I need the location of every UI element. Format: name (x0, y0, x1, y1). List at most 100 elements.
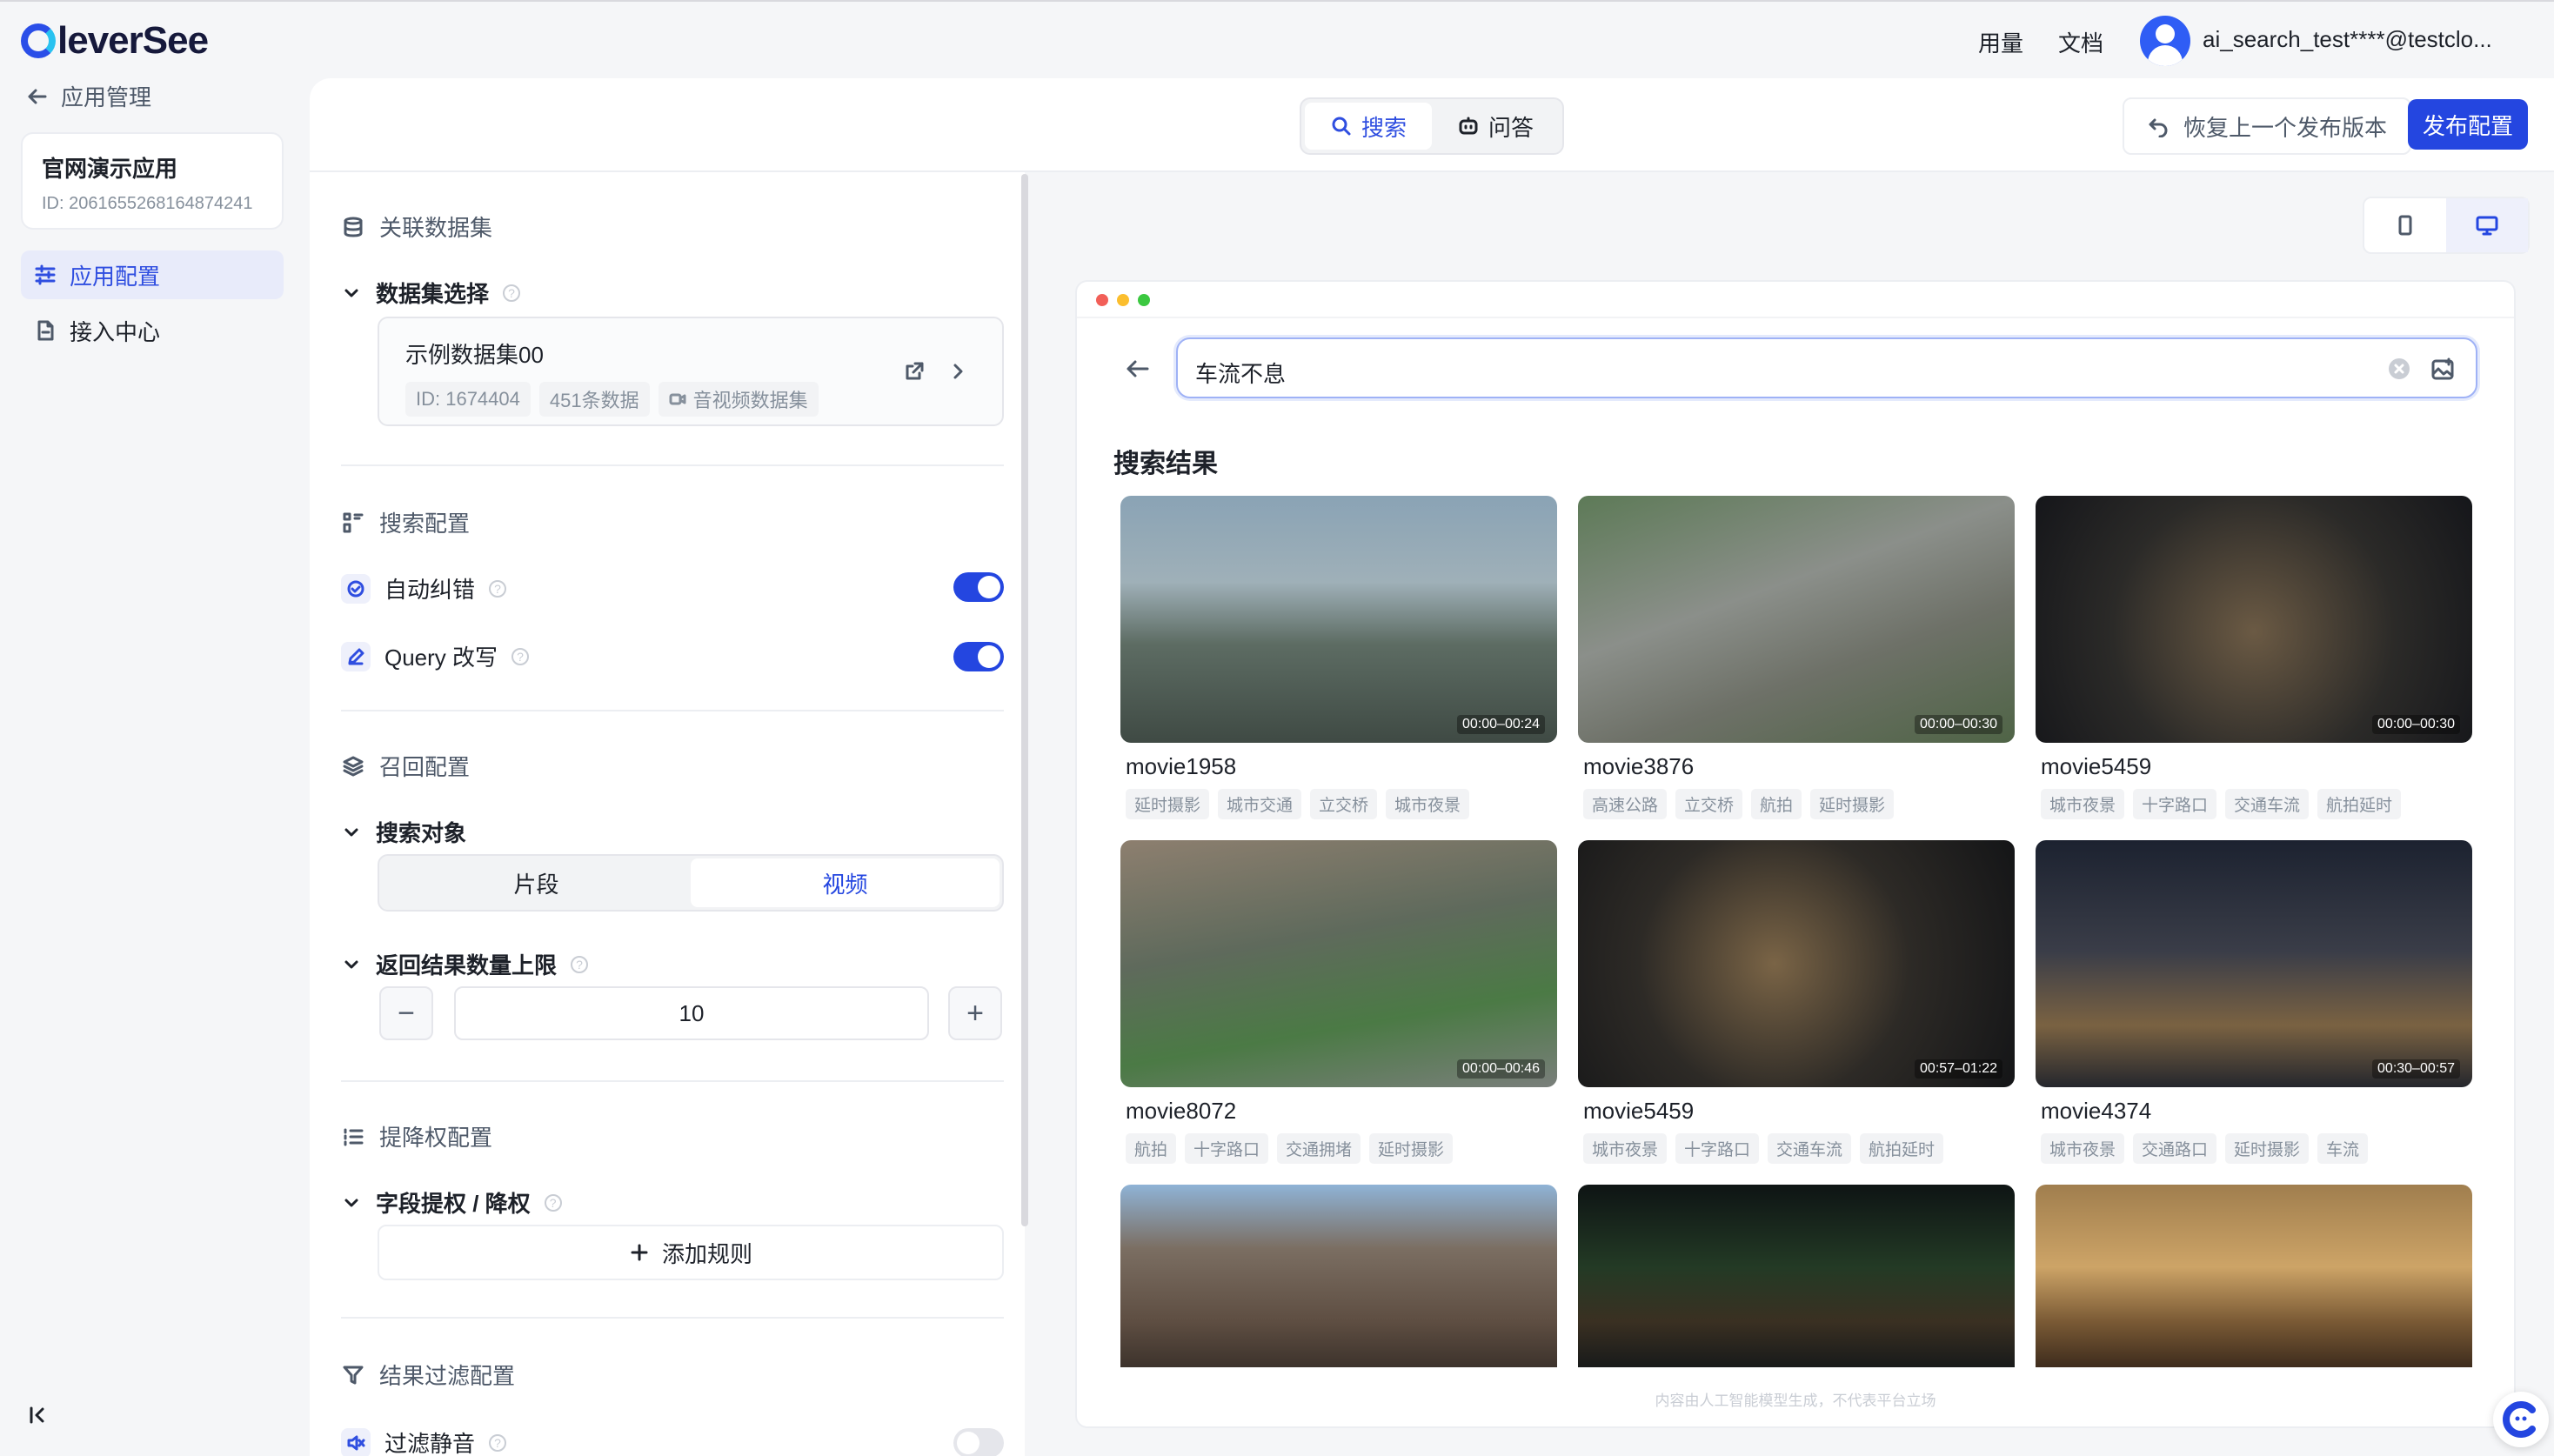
tag: 延时摄影 (2225, 1133, 2310, 1164)
restore-previous-version-button[interactable]: 恢复上一个发布版本 (2123, 97, 2412, 155)
mobile-view-button[interactable] (2364, 198, 2446, 252)
tag: 航拍延时 (2317, 789, 2402, 819)
section-search-config: 搜索配置 (341, 506, 470, 538)
duration-badge: 00:30–00:57 (2372, 1059, 2460, 1079)
video-thumbnail[interactable]: 00:00–00:46 (1120, 840, 1557, 1087)
tag: 交通拥堵 (1277, 1133, 1361, 1164)
tab-search[interactable]: 搜索 (1305, 103, 1432, 150)
result-title[interactable]: movie1958 (1126, 753, 1557, 780)
brand-logo[interactable]: leverSee (21, 19, 209, 63)
result-card[interactable]: 00:00–00:24 movie1958 延时摄影 城市交通 立交桥 城市夜景 (1120, 496, 1557, 819)
user-email[interactable]: ai_search_test****@testclo... (2203, 26, 2492, 53)
result-card[interactable]: 00:00–00:30 movie3876 高速公路 立交桥 航拍 延时摄影 (1578, 496, 2015, 819)
desktop-icon (2476, 216, 2498, 236)
logo-c-icon (21, 23, 56, 58)
filter-silence-toggle[interactable] (953, 1428, 1004, 1456)
result-card[interactable] (1120, 1185, 1557, 1367)
app-id: ID: 2061655268164874241 (42, 194, 253, 213)
results-title: 搜索结果 (1113, 450, 1218, 478)
video-thumbnail[interactable]: 00:30–00:57 (2036, 840, 2472, 1087)
section-filter-config: 结果过滤配置 (341, 1359, 515, 1391)
result-card[interactable]: 00:00–00:46 movie8072 航拍 十字路口 交通拥堵 延时摄影 (1120, 840, 1557, 1164)
result-card[interactable]: 00:00–00:30 movie5459 城市夜景 十字路口 交通车流 航拍延时 (2036, 496, 2472, 819)
result-limit-input[interactable]: 10 (454, 986, 929, 1040)
tag: 城市夜景 (2041, 1133, 2125, 1164)
undo-icon (2149, 118, 2168, 137)
usage-link[interactable]: 用量 (1978, 26, 2023, 58)
result-tags: 城市夜景 十字路口 交通车流 航拍延时 (2041, 789, 2472, 819)
external-link-icon[interactable] (903, 360, 926, 383)
result-card[interactable]: 00:57–01:22 movie5459 城市夜景 十字路口 交通车流 航拍延时 (1578, 840, 2015, 1164)
tag: 城市夜景 (2041, 789, 2125, 819)
auto-correct-row: 自动纠错? (341, 572, 507, 604)
tab-qa[interactable]: 问答 (1432, 103, 1559, 150)
pen-icon (341, 641, 371, 671)
result-card[interactable]: 00:30–00:57 movie4374 城市夜景 交通路口 延时摄影 车流 (2036, 840, 2472, 1164)
search-target-toggle[interactable]: 搜索对象 (341, 816, 466, 848)
docs-link[interactable]: 文档 (2058, 26, 2103, 58)
video-thumbnail[interactable] (1578, 1185, 2015, 1367)
help-icon[interactable]: ? (544, 1193, 562, 1212)
sidebar-item-app-config[interactable]: 应用配置 (21, 250, 284, 299)
video-thumbnail[interactable]: 00:57–01:22 (1578, 840, 2015, 1087)
video-thumbnail[interactable]: 00:00–00:30 (1578, 496, 2015, 743)
result-title[interactable]: movie3876 (1583, 753, 2015, 780)
help-icon[interactable]: ? (489, 1433, 507, 1452)
increment-button[interactable]: + (948, 986, 1002, 1040)
help-icon[interactable]: ? (489, 579, 507, 598)
tag: 延时摄影 (1810, 789, 1895, 819)
preview-search-input[interactable]: 车流不息 (1176, 337, 2477, 398)
chevron-right-icon[interactable] (946, 360, 969, 383)
duration-badge: 00:57–01:22 (1915, 1059, 2002, 1079)
sidebar-item-access-center[interactable]: 接入中心 (21, 306, 284, 355)
config-scrollbar[interactable] (1021, 174, 1028, 1226)
robot-icon (1459, 117, 1478, 135)
dataset-id: ID: 1674404 (405, 382, 531, 417)
back-arrow-icon[interactable] (1124, 355, 1152, 383)
divider (341, 464, 1004, 466)
image-search-icon[interactable] (2430, 357, 2457, 383)
result-title[interactable]: movie4374 (2041, 1098, 2472, 1125)
result-title[interactable]: movie5459 (2041, 753, 2472, 780)
dataset-card[interactable]: 示例数据集00 ID: 1674404 451条数据 音视频数据集 (378, 317, 1004, 426)
avatar[interactable] (2140, 16, 2190, 66)
result-limit-toggle[interactable]: 返回结果数量上限? (341, 948, 589, 980)
target-option-segment[interactable]: 片段 (382, 858, 691, 907)
help-icon[interactable]: ? (571, 955, 589, 973)
dataset-select-toggle[interactable]: 数据集选择? (341, 277, 521, 309)
decrement-button[interactable]: − (379, 986, 433, 1040)
auto-correct-toggle[interactable] (953, 572, 1004, 602)
tag: 十字路口 (1185, 1133, 1269, 1164)
result-card[interactable] (2036, 1185, 2472, 1367)
desktop-view-button[interactable] (2446, 198, 2528, 252)
help-icon[interactable]: ? (511, 647, 530, 665)
result-card[interactable] (1578, 1185, 2015, 1367)
tag: 立交桥 (1310, 789, 1378, 819)
result-tags: 城市夜景 交通路口 延时摄影 车流 (2041, 1133, 2472, 1164)
video-thumbnail[interactable]: 00:00–00:24 (1120, 496, 1557, 743)
video-thumbnail[interactable] (1120, 1185, 1557, 1367)
tag: 立交桥 (1675, 789, 1743, 819)
target-option-video[interactable]: 视频 (691, 858, 1000, 907)
check-circle-icon (341, 573, 371, 604)
chevron-down-icon (344, 960, 358, 968)
clear-icon[interactable] (2387, 357, 2411, 381)
collapse-sidebar-icon[interactable] (26, 1404, 49, 1426)
device-switch (2363, 197, 2530, 254)
search-config-icon (343, 512, 364, 532)
section-recall-config: 召回配置 (341, 750, 470, 782)
add-rule-button[interactable]: 添加规则 (378, 1225, 1004, 1280)
video-thumbnail[interactable]: 00:00–00:30 (2036, 496, 2472, 743)
publish-config-button[interactable]: 发布配置 (2408, 99, 2528, 150)
video-thumbnail[interactable] (2036, 1185, 2472, 1367)
app-card: 官网演示应用 ID: 2061655268164874241 (21, 132, 284, 230)
back-to-app-management[interactable]: 应用管理 (26, 80, 151, 112)
field-boost-toggle[interactable]: 字段提权 / 降权? (341, 1186, 562, 1219)
query-rewrite-toggle[interactable] (953, 642, 1004, 671)
search-icon (1332, 117, 1351, 136)
duration-badge: 00:00–00:30 (1915, 715, 2002, 734)
result-title[interactable]: movie5459 (1583, 1098, 2015, 1125)
assistant-fab[interactable] (2493, 1392, 2549, 1447)
result-title[interactable]: movie8072 (1126, 1098, 1557, 1125)
help-icon[interactable]: ? (503, 284, 521, 302)
